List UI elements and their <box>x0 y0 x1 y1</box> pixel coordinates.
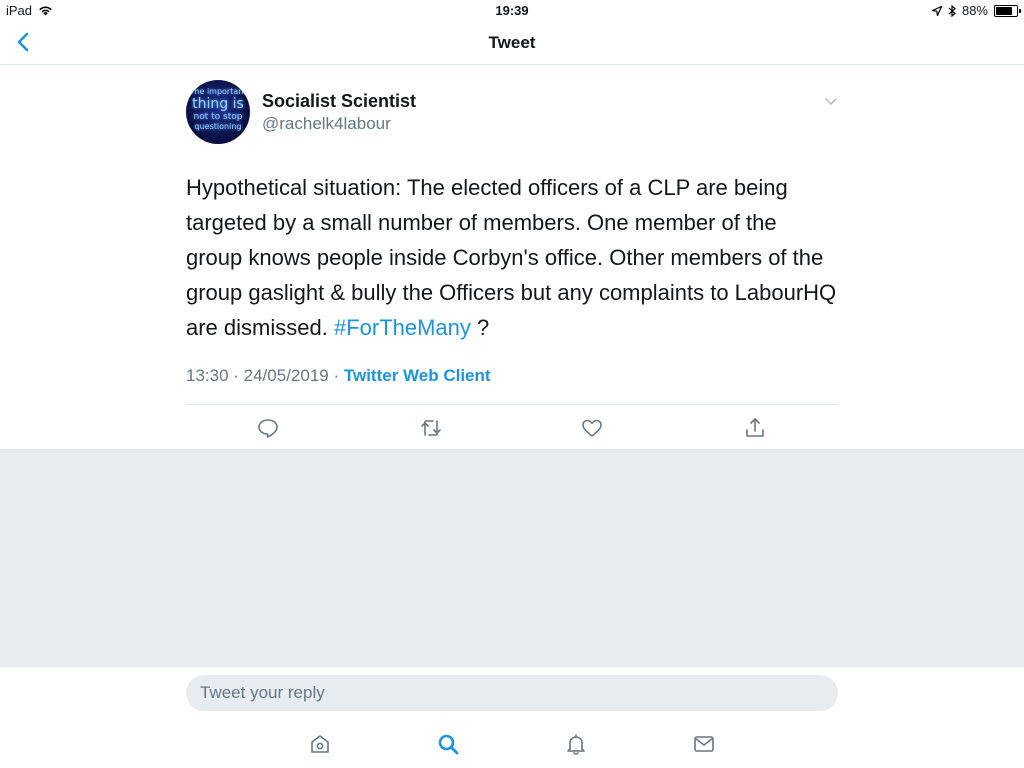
bluetooth-icon <box>948 4 956 17</box>
replies-area <box>0 449 1024 667</box>
reply-icon[interactable] <box>256 416 280 440</box>
messages-icon[interactable] <box>692 732 716 756</box>
hashtag-link[interactable]: #ForTheMany <box>334 315 471 340</box>
home-icon[interactable] <box>308 732 332 756</box>
tweet-meta: 13:30 · 24/05/2019 · Twitter Web Client <box>186 366 491 386</box>
retweet-icon[interactable] <box>419 416 443 440</box>
chevron-down-icon[interactable] <box>824 94 838 108</box>
like-icon[interactable] <box>580 416 604 440</box>
battery-icon <box>994 4 1021 17</box>
share-icon[interactable] <box>743 416 767 440</box>
notifications-icon[interactable] <box>564 732 588 756</box>
avatar-text-line: questioning <box>194 122 242 131</box>
user-display-name[interactable]: Socialist Scientist <box>262 91 416 112</box>
navigation-bar: Tweet <box>0 22 1024 65</box>
status-time: 19:39 <box>495 3 529 18</box>
avatar-text-line: The important <box>189 87 247 96</box>
tab-bar <box>0 720 1024 768</box>
tweet-actions <box>186 416 838 440</box>
reply-bar <box>0 666 1024 721</box>
battery-level <box>996 6 1012 15</box>
tweet-client-link[interactable]: Twitter Web Client <box>344 366 491 385</box>
avatar-text-line: not to stop <box>193 112 243 122</box>
avatar[interactable]: The important thing is not to stop quest… <box>186 80 250 144</box>
battery-percent: 88% <box>961 3 988 18</box>
search-icon[interactable] <box>436 732 460 756</box>
location-arrow-icon <box>931 5 942 16</box>
avatar-image-text: The important thing is not to stop quest… <box>188 88 248 131</box>
status-bar-right: 88% <box>931 3 1021 18</box>
reply-input[interactable] <box>186 675 838 711</box>
tweet-body: Hypothetical situation: The elected offi… <box>186 175 837 340</box>
divider <box>186 404 838 405</box>
tweet-body-end: ? <box>470 315 490 340</box>
page-title: Tweet <box>488 33 536 52</box>
avatar-text-line: thing is <box>192 96 244 112</box>
battery-tip <box>1019 8 1021 13</box>
user-handle[interactable]: @rachelk4labour <box>262 114 391 134</box>
tweet-text: Hypothetical situation: The elected offi… <box>186 170 838 345</box>
tweet-timestamp: 13:30 · 24/05/2019 · <box>186 366 344 385</box>
status-bar: iPad 19:39 88% <box>0 0 1024 22</box>
